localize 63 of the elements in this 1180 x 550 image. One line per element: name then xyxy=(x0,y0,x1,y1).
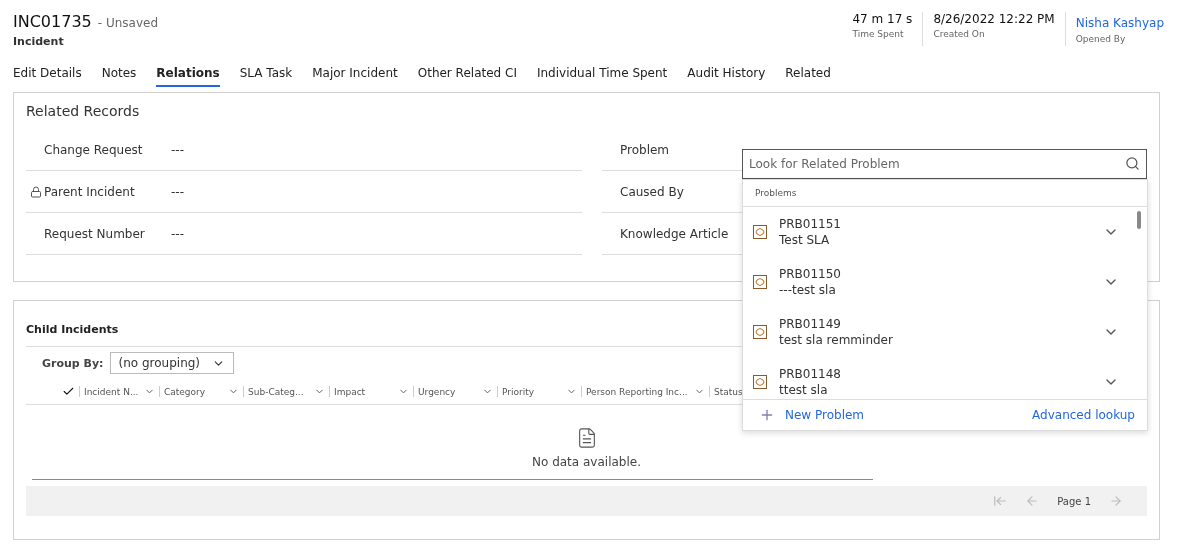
advanced-lookup-link[interactable]: Advanced lookup xyxy=(1032,408,1135,422)
field-label: Parent Incident xyxy=(44,184,135,199)
header-value: 8/26/2022 12:22 PM xyxy=(933,12,1055,26)
empty-message: No data available. xyxy=(532,455,641,469)
tab[interactable]: Relations xyxy=(156,58,220,87)
select-all-icon[interactable] xyxy=(62,385,75,398)
header-value-link[interactable]: Nisha Kashyap xyxy=(1075,16,1164,30)
result-id: PRB01151 xyxy=(779,216,842,232)
record-title: INC01735 xyxy=(13,12,92,31)
column-header[interactable]: Incident N... xyxy=(79,386,159,397)
tab[interactable]: Audit History xyxy=(687,58,766,87)
tab[interactable]: Other Related CI xyxy=(417,58,517,87)
result-name: Test SLA xyxy=(779,232,831,248)
header-value: 47 m 17 s xyxy=(852,12,913,26)
tab[interactable]: Notes xyxy=(101,58,137,87)
group-by-label: Group By: xyxy=(42,356,104,370)
column-header[interactable]: Urgency xyxy=(413,386,497,397)
problem-record-icon xyxy=(753,225,767,239)
lookup-field[interactable]: Look for Related Problem xyxy=(742,149,1147,179)
field-value: --- xyxy=(171,142,184,157)
entity-name: Incident xyxy=(13,35,65,48)
column-header[interactable]: Person Reporting Inc... xyxy=(581,386,709,397)
header-label: Created On xyxy=(933,29,986,39)
column-header[interactable]: Category xyxy=(159,386,243,397)
column-header[interactable]: Status xyxy=(709,386,769,397)
result-name: test sla remminder xyxy=(779,332,894,348)
result-id: PRB01149 xyxy=(779,316,842,332)
tab[interactable]: Individual Time Spent xyxy=(536,58,668,87)
header-label: Opened By xyxy=(1075,34,1127,44)
field-label: Problem xyxy=(620,142,670,157)
tab[interactable]: Edit Details xyxy=(13,58,82,87)
page-label: Page 1 xyxy=(1057,495,1091,507)
column-header[interactable]: Impact xyxy=(329,386,413,397)
plus-icon xyxy=(759,407,775,423)
problem-record-icon xyxy=(753,275,767,289)
result-id: PRB01150 xyxy=(779,266,842,282)
scrollbar-thumb[interactable] xyxy=(1137,211,1141,229)
field-label: Request Number xyxy=(44,226,145,241)
problem-record-icon xyxy=(753,375,767,389)
section-title: Related Records xyxy=(25,102,141,121)
save-status: - Unsaved xyxy=(97,16,158,30)
field-label: Caused By xyxy=(620,184,684,199)
result-name: ttest sla xyxy=(779,382,829,398)
column-header[interactable]: Priority xyxy=(497,386,581,397)
search-icon[interactable] xyxy=(1125,156,1140,171)
field-label: Change Request xyxy=(44,142,143,157)
field-value: --- xyxy=(171,184,184,199)
group-label: Problems xyxy=(743,180,1147,207)
lookup-result[interactable]: PRB01151 Test SLA xyxy=(743,207,1147,257)
header-label: Time Spent xyxy=(852,29,905,39)
tab[interactable]: SLA Task xyxy=(239,58,293,87)
lookup-result[interactable]: PRB01149 test sla remminder xyxy=(743,307,1147,357)
problem-record-icon xyxy=(753,325,767,339)
result-id: PRB01148 xyxy=(779,366,842,382)
tab[interactable]: Major Incident xyxy=(312,58,398,87)
result-name: ---test sla xyxy=(779,282,837,298)
group-by-select[interactable]: (no grouping) xyxy=(109,352,235,374)
field-value: --- xyxy=(171,226,184,241)
lookup-result[interactable]: PRB01150 ---test sla xyxy=(743,257,1147,307)
column-header[interactable]: Sub-Categ... xyxy=(243,386,329,397)
field-label: Knowledge Article xyxy=(620,226,729,241)
tab[interactable]: Related xyxy=(785,58,831,87)
new-problem-link[interactable]: New Problem xyxy=(759,407,865,423)
